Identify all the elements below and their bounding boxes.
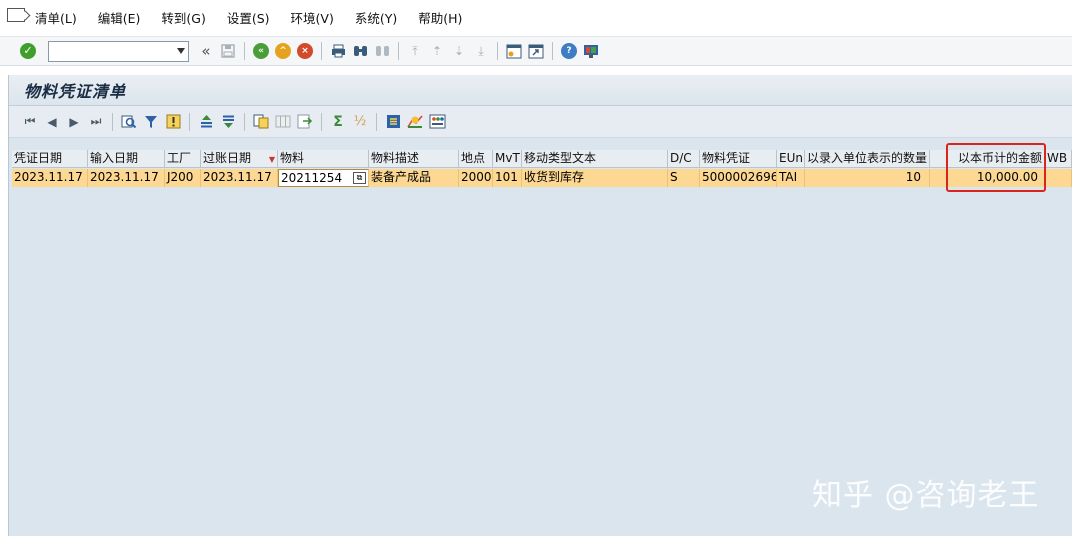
- save-icon[interactable]: [219, 42, 237, 60]
- last-page-icon[interactable]: ⤓: [472, 42, 490, 60]
- column-header-entry-date[interactable]: 输入日期: [88, 150, 165, 168]
- help-icon[interactable]: ?: [560, 42, 578, 60]
- column-header-material-document[interactable]: 物料凭证: [700, 150, 777, 168]
- menu-bar: 清单(L) 编辑(E) 转到(G) 设置(S) 环境(V) 系统(Y) 帮助(H…: [0, 0, 1072, 36]
- menu-options-icon[interactable]: [7, 8, 25, 22]
- menu-help[interactable]: 帮助(H): [418, 8, 462, 27]
- menu-system[interactable]: 系统(Y): [355, 8, 397, 27]
- toolbar-divider: [244, 112, 245, 131]
- create-session-icon[interactable]: [505, 42, 523, 60]
- cell-debit-credit: S: [668, 169, 700, 187]
- cell-quantity: 10: [805, 169, 930, 187]
- menu-edit[interactable]: 编辑(E): [98, 8, 141, 27]
- find-icon[interactable]: [351, 42, 369, 60]
- cell-material-document[interactable]: 5000002696: [700, 169, 777, 187]
- toolbar-divider: [321, 112, 322, 131]
- find-next-icon[interactable]: [373, 42, 391, 60]
- cell-storage-location: 2000: [459, 169, 493, 187]
- menu-settings[interactable]: 设置(S): [227, 8, 270, 27]
- cell-posting-date: 2023.11.17: [201, 169, 278, 187]
- column-header-posting-date[interactable]: 过账日期 ▼: [201, 150, 278, 168]
- column-header-material-description[interactable]: 物料描述: [369, 150, 459, 168]
- cell-movement-type-text: 收货到库存: [522, 169, 668, 187]
- toolbar-divider: [189, 112, 190, 131]
- cancel-icon[interactable]: ×: [296, 42, 314, 60]
- cell-material-input[interactable]: 20211254 ⧉: [278, 169, 369, 187]
- toolbar-divider: [398, 42, 399, 60]
- toolbar-divider: [244, 42, 245, 60]
- last-row-icon[interactable]: ⏭: [87, 113, 105, 131]
- page-title: 物料凭证清单: [24, 82, 127, 101]
- cell-wbs: [1045, 169, 1072, 187]
- watermark: 知乎 @咨询老王: [812, 478, 1040, 513]
- exception-icon[interactable]: [164, 113, 182, 131]
- standard-toolbar: ✓ « « ^ × ⤒ ⇡ ⇣ ⤓ ?: [0, 36, 1072, 66]
- column-header-storage-location[interactable]: 地点: [459, 150, 493, 168]
- export-icon[interactable]: [296, 113, 314, 131]
- sort-descending-icon[interactable]: [219, 113, 237, 131]
- column-header-movement-type[interactable]: MvT: [493, 150, 522, 168]
- toolbar-divider: [112, 112, 113, 131]
- toolbar-divider: [376, 112, 377, 131]
- total-sigma-icon[interactable]: Σ: [329, 113, 347, 131]
- column-header-wbs[interactable]: WB: [1045, 150, 1072, 168]
- cell-document-date: 2023.11.17: [12, 169, 88, 187]
- cell-material-description: 装备产成品: [369, 169, 459, 187]
- table-header-row: 凭证日期 输入日期 工厂 过账日期 ▼ 物料 物料描述 地点 MvT 移动类型文本…: [12, 150, 1072, 168]
- first-page-icon[interactable]: ⤒: [406, 42, 424, 60]
- previous-page-icon[interactable]: ⇡: [428, 42, 446, 60]
- menu-environment[interactable]: 环境(V): [291, 8, 334, 27]
- sort-indicator-icon: ▼: [268, 155, 275, 164]
- highlight-annotation: [946, 143, 1046, 192]
- subtotal-icon[interactable]: ½: [351, 113, 369, 131]
- table-row[interactable]: 2023.11.17 2023.11.17 J200 2023.11.17 20…: [12, 169, 1072, 187]
- layout-icon[interactable]: [252, 113, 270, 131]
- toolbar-divider: [497, 42, 498, 60]
- cell-movement-type: 101: [493, 169, 522, 187]
- shortcut-icon[interactable]: [527, 42, 545, 60]
- cell-plant: J200: [165, 169, 201, 187]
- value-help-icon[interactable]: ⧉: [353, 172, 366, 184]
- cell-entry-date: 2023.11.17: [88, 169, 165, 187]
- back-history-icon[interactable]: «: [197, 42, 215, 60]
- column-header-document-date[interactable]: 凭证日期: [12, 150, 88, 168]
- abc-analysis-icon[interactable]: [428, 113, 446, 131]
- details-icon[interactable]: [120, 113, 138, 131]
- menu-list[interactable]: 清单(L): [35, 8, 77, 27]
- next-page-icon[interactable]: ⇣: [450, 42, 468, 60]
- alv-toolbar: ⏮ ◀ ▶ ⏭ Σ ½: [9, 106, 1072, 138]
- menu-goto[interactable]: 转到(G): [161, 8, 205, 27]
- next-row-icon[interactable]: ▶: [65, 113, 83, 131]
- columns-icon[interactable]: [274, 113, 292, 131]
- column-header-material[interactable]: 物料: [278, 150, 369, 168]
- back-icon[interactable]: «: [252, 42, 270, 60]
- filter-icon[interactable]: [142, 113, 160, 131]
- main-panel: 物料凭证清单 ⏮ ◀ ▶ ⏭ Σ ½: [8, 75, 1072, 536]
- column-header-unit-of-entry[interactable]: EUn: [777, 150, 805, 168]
- change-layout-icon[interactable]: [384, 113, 402, 131]
- cell-material: 20211254: [281, 171, 343, 185]
- toolbar-divider: [552, 42, 553, 60]
- column-header-plant[interactable]: 工厂: [165, 150, 201, 168]
- enter-check-icon[interactable]: ✓: [20, 43, 36, 59]
- column-header-posting-date-label: 过账日期: [203, 151, 252, 165]
- previous-row-icon[interactable]: ◀: [43, 113, 61, 131]
- exit-icon[interactable]: ^: [274, 42, 292, 60]
- chevron-down-icon[interactable]: [177, 47, 185, 54]
- column-header-debit-credit[interactable]: D/C: [668, 150, 700, 168]
- toolbar-divider: [321, 42, 322, 60]
- title-bar: 物料凭证清单: [9, 75, 1072, 106]
- column-header-movement-type-text[interactable]: 移动类型文本: [522, 150, 668, 168]
- print-icon[interactable]: [329, 42, 347, 60]
- cell-unit-of-entry: TAI: [777, 169, 805, 187]
- sort-ascending-icon[interactable]: [197, 113, 215, 131]
- customize-layout-icon[interactable]: [582, 42, 600, 60]
- first-row-icon[interactable]: ⏮: [21, 113, 39, 131]
- column-header-quantity[interactable]: 以录入单位表示的数量: [805, 150, 930, 168]
- command-field[interactable]: [48, 40, 189, 62]
- chart-icon[interactable]: [406, 113, 424, 131]
